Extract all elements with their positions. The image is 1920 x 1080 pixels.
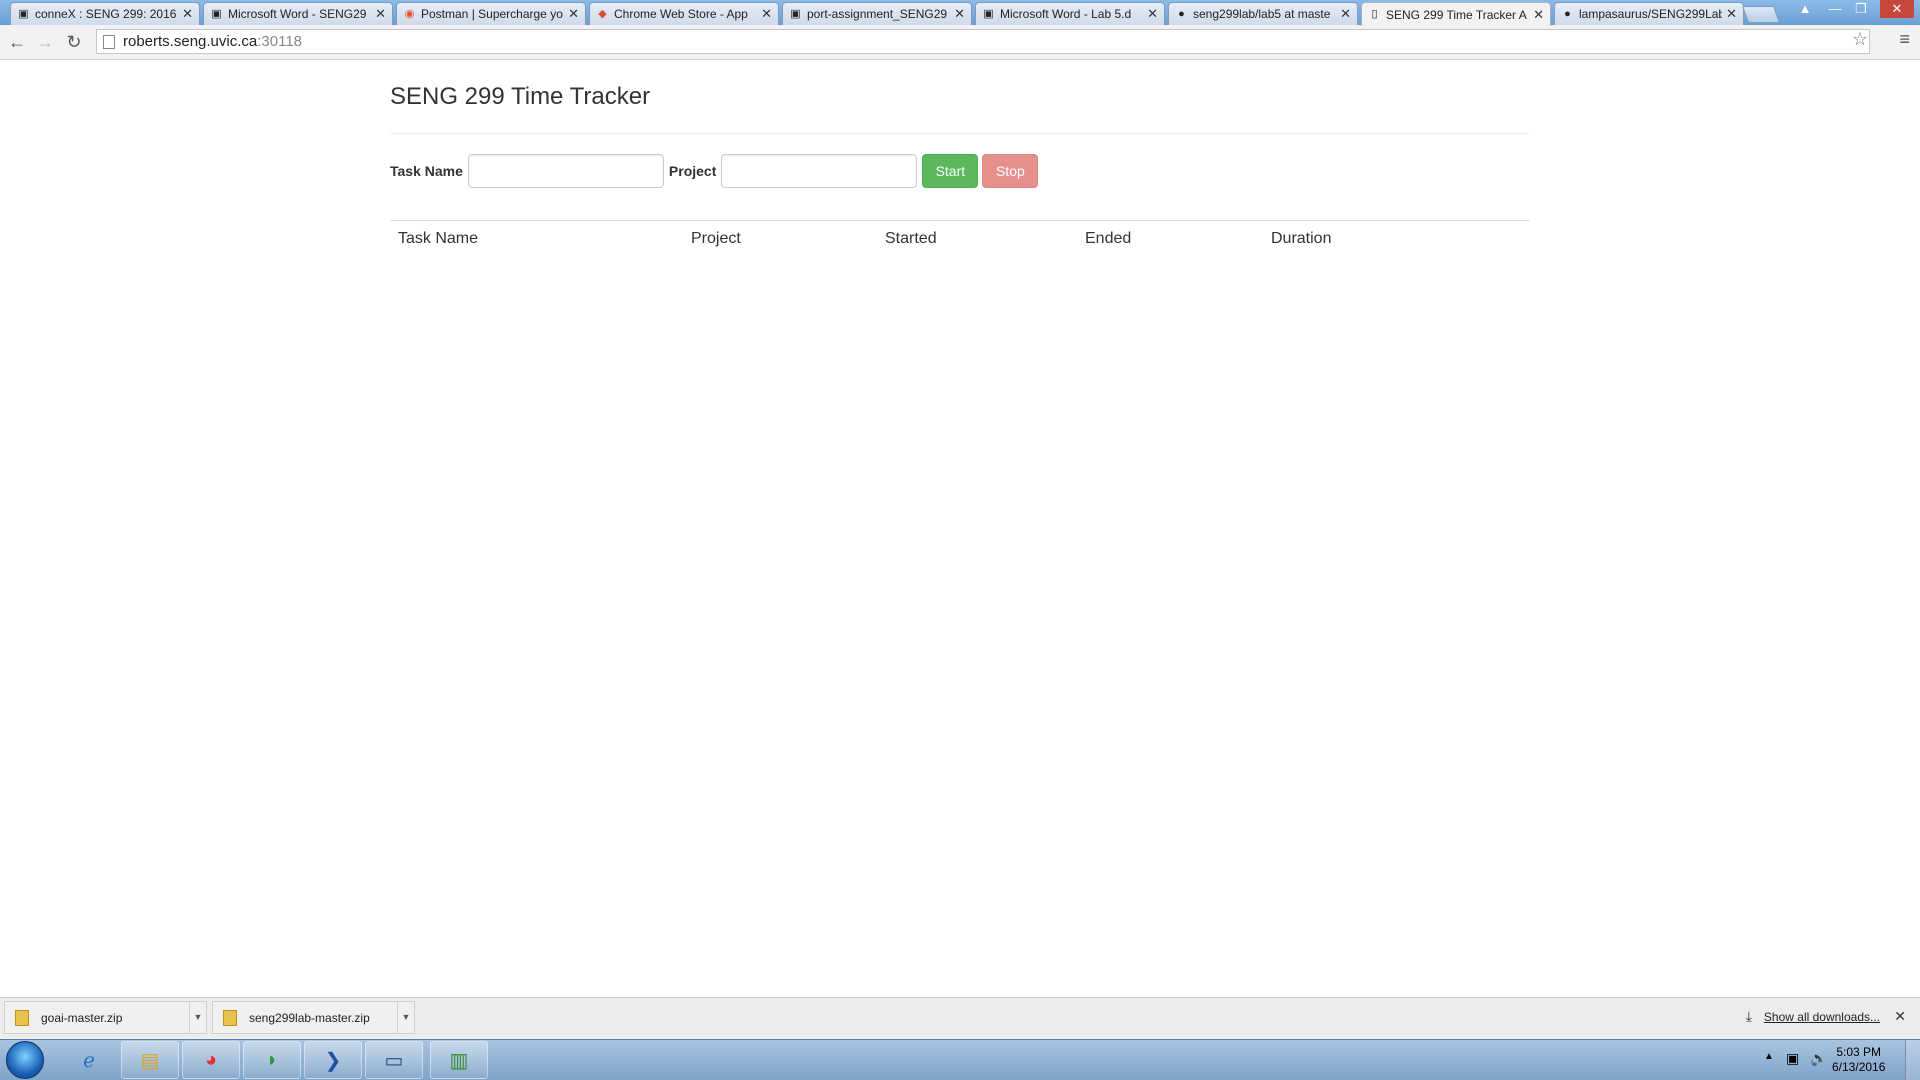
start-button[interactable]: Start [922,154,979,188]
windows-taskbar: ℯ ▤ ◕ ◗ ❯ ▭ ▥ ▲ ▣ 🔈 5:03 PM 6/13/2016 [0,1039,1920,1080]
close-icon[interactable]: ✕ [1533,7,1544,23]
tab-title: lampasaurus/SENG299Lab [1579,7,1723,21]
tab-webstore[interactable]: ◆ Chrome Web Store - App ✕ [589,2,779,25]
chevron-down-icon[interactable]: ▼ [397,1002,414,1033]
restore-icon[interactable]: ❐ [1850,0,1872,18]
tab-title: SENG 299 Time Tracker A [1386,7,1527,22]
column-header-ended: Ended [1085,230,1132,247]
close-icon[interactable]: ✕ [1340,6,1351,22]
download-shelf: goai-master.zip ▼ seng299lab-master.zip … [0,997,1920,1039]
tab-port-assignment[interactable]: ▣ port-assignment_SENG29 ✕ [782,2,972,25]
tab-title: conneX : SENG 299: 2016 [35,7,177,21]
sourcetree-icon[interactable]: ◗ [243,1041,301,1079]
webstore-icon: ◆ [598,7,607,20]
clock-date: 6/13/2016 [1832,1060,1886,1074]
show-all-downloads-link[interactable]: Show all downloads... [1764,1010,1880,1024]
chevron-down-icon[interactable]: ▼ [189,1002,206,1033]
task-name-label: Task Name [390,163,463,179]
document-icon: ▣ [790,7,801,20]
menu-icon[interactable]: ≡ [1899,29,1910,50]
connex-icon: ▣ [18,7,29,20]
column-header-project: Project [691,230,741,247]
tab-postman[interactable]: ◉ Postman | Supercharge yo ✕ [396,2,586,25]
column-header-duration: Duration [1271,230,1332,247]
github-icon: ● [1564,7,1571,20]
close-window-icon[interactable]: ✕ [1880,0,1914,18]
close-icon[interactable]: ✕ [568,6,579,22]
user-icon[interactable]: ▲ [1794,0,1816,18]
close-icon[interactable]: ✕ [375,6,386,22]
tab-title: seng299lab/lab5 at maste [1193,7,1331,21]
tab-strip: ▣ conneX : SENG 299: 2016 ✕ ▣ Microsoft … [0,0,1920,26]
download-filename: goai-master.zip [41,1010,123,1025]
tab-connex[interactable]: ▣ conneX : SENG 299: 2016 ✕ [10,2,200,25]
project-input[interactable] [721,154,918,188]
show-desktop-button[interactable] [1905,1040,1920,1080]
page-icon [103,34,115,49]
document-icon: ▣ [211,7,222,20]
task-name-input[interactable] [467,154,664,188]
page-title: SENG 299 Time Tracker [390,83,651,110]
chrome-icon[interactable]: ◕ [182,1041,240,1079]
network-icon[interactable]: ▣ [1786,1050,1799,1067]
address-bar[interactable]: roberts.seng.uvic.ca:30118 [96,29,1870,54]
tab-word-seng[interactable]: ▣ Microsoft Word - SENG29 ✕ [203,2,393,25]
project-label: Project [668,163,717,179]
new-tab-button[interactable] [1741,6,1781,23]
tab-github-lab5[interactable]: ● seng299lab/lab5 at maste ✕ [1168,2,1358,25]
tab-title: Postman | Supercharge yo [421,7,563,21]
download-item[interactable]: seng299lab-master.zip ▼ [212,1001,415,1034]
close-icon[interactable]: ✕ [182,6,193,22]
divider [390,133,1530,134]
page-icon: ▯ [1371,8,1378,20]
browser-toolbar: ← → ↻ roberts.seng.uvic.ca:30118 ☆ ≡ [0,25,1920,60]
powershell-icon[interactable]: ❯ [304,1041,362,1079]
tasks-table: Task Name Project Started Ended Duration [390,221,1530,257]
page-content: SENG 299 Time Tracker Task Name Project … [390,60,1530,257]
stop-button[interactable]: Stop [982,154,1039,188]
bookmark-star-icon[interactable]: ☆ [1852,29,1868,50]
zip-file-icon [223,1009,237,1026]
close-icon[interactable]: ✕ [761,6,772,22]
download-icon: ⤓ [1745,1008,1752,1024]
close-icon[interactable]: ✕ [1894,1008,1906,1025]
clock-time: 5:03 PM [1836,1045,1882,1059]
tab-word-lab5[interactable]: ▣ Microsoft Word - Lab 5.d ✕ [975,2,1165,25]
table-header-row: Task Name Project Started Ended Duration [390,221,1530,257]
download-filename: seng299lab-master.zip [249,1010,370,1025]
volume-icon[interactable]: 🔈 [1810,1050,1827,1067]
zip-file-icon [15,1009,29,1026]
github-icon: ● [1178,7,1185,20]
minimize-icon[interactable]: — [1824,0,1846,18]
tab-title: Chrome Web Store - App [614,7,748,21]
task-manager-icon[interactable]: ▥ [430,1041,488,1079]
tab-time-tracker[interactable]: ▯ SENG 299 Time Tracker A ✕ [1361,2,1551,26]
system-clock[interactable]: 5:03 PM 6/13/2016 [1832,1045,1885,1075]
tracker-form: Task Name Project Start Stop [390,154,1530,188]
tab-github-lampasaurus[interactable]: ● lampasaurus/SENG299Lab ✕ [1554,2,1744,25]
postman-icon: ◉ [404,7,415,20]
tab-title: port-assignment_SENG29 [807,7,948,21]
close-icon[interactable]: ✕ [1726,6,1737,22]
remote-desktop-icon[interactable]: ▭ [365,1041,423,1079]
close-icon[interactable]: ✕ [954,6,965,22]
tab-title: Microsoft Word - Lab 5.d [1000,7,1132,21]
column-header-started: Started [885,230,937,247]
document-icon: ▣ [983,7,994,20]
download-item[interactable]: goai-master.zip ▼ [4,1001,207,1034]
address-port: :30118 [257,33,302,50]
close-icon[interactable]: ✕ [1147,6,1158,22]
file-explorer-icon[interactable]: ▤ [121,1041,179,1079]
reload-icon[interactable]: ↻ [63,31,85,53]
tab-title: Microsoft Word - SENG29 [228,7,367,21]
tray-expand-icon[interactable]: ▲ [1764,1051,1774,1062]
start-button[interactable] [6,1041,44,1079]
internet-explorer-icon[interactable]: ℯ [60,1041,118,1079]
column-header-task-name: Task Name [398,230,479,247]
forward-icon[interactable]: → [34,31,56,53]
address-host: roberts.seng.uvic.ca [123,33,258,50]
back-icon[interactable]: ← [6,31,28,53]
